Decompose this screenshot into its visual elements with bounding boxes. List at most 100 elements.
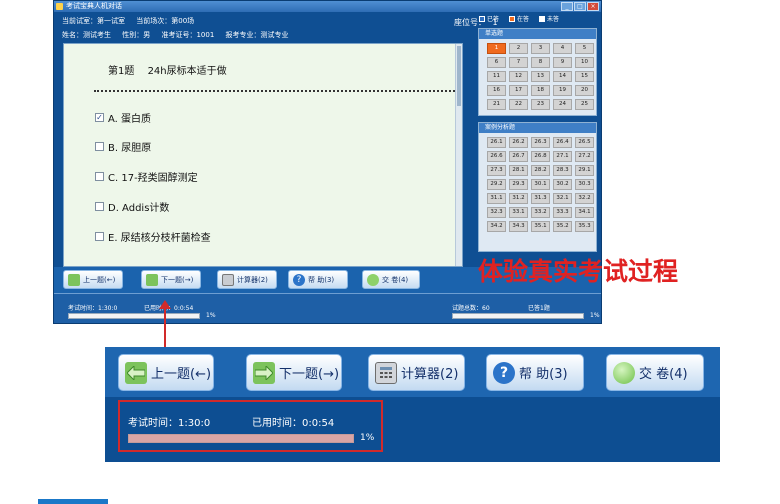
option-e[interactable]: E. 尿结核分枝杆菌检查 xyxy=(95,229,211,244)
question-cell[interactable]: 31.1 xyxy=(487,193,506,204)
question-cell[interactable]: 1 xyxy=(487,43,506,54)
submit-icon xyxy=(367,273,379,286)
question-cell[interactable]: 30.2 xyxy=(553,179,572,190)
option-c[interactable]: C. 17-羟类固醇测定 xyxy=(95,169,198,184)
question-cell[interactable]: 16 xyxy=(487,85,506,96)
question-cell[interactable]: 33.3 xyxy=(553,207,572,218)
zoom-prev-question-button[interactable]: 上一题(←) xyxy=(118,354,214,391)
question-cell[interactable]: 8 xyxy=(531,57,550,68)
question-cell[interactable]: 2 xyxy=(509,43,528,54)
question-cell[interactable]: 22 xyxy=(509,99,528,110)
question-cell[interactable]: 31.2 xyxy=(509,193,528,204)
zoom-right-arrow-icon xyxy=(253,361,275,384)
zoom-calculator-button[interactable]: 计算器(2) xyxy=(368,354,465,391)
question-cell[interactable]: 34.1 xyxy=(575,207,594,218)
question-cell[interactable]: 29.3 xyxy=(509,179,528,190)
question-cell[interactable]: 5 xyxy=(575,43,594,54)
question-cell[interactable]: 25 xyxy=(575,99,594,110)
case-analysis-header: 案例分析题 xyxy=(479,123,596,133)
zoomed-toolbar-panel: 上一题(←) 下一题(→) 计算器(2) ? 帮 助(3) 交 卷(4) 考试时… xyxy=(105,347,720,462)
scrollbar-thumb[interactable] xyxy=(457,46,461,106)
question-cell[interactable]: 34.3 xyxy=(509,221,528,232)
question-cell[interactable]: 28.1 xyxy=(509,165,528,176)
question-cell[interactable]: 15 xyxy=(575,71,594,82)
question-cell[interactable]: 23 xyxy=(531,99,550,110)
answer-percent: 1% xyxy=(590,312,600,319)
status-bar: 考试时间：1:30:0 已用时间：0:0:54 1% 试题总数：60 已答1题 … xyxy=(54,293,601,323)
question-cell[interactable]: 12 xyxy=(509,71,528,82)
option-a-checkbox[interactable]: ✓ xyxy=(95,113,104,122)
app-icon xyxy=(56,3,63,10)
legend-answering: 在答 xyxy=(509,14,529,23)
question-cell[interactable]: 29.2 xyxy=(487,179,506,190)
option-d-checkbox[interactable] xyxy=(95,202,104,211)
option-e-checkbox[interactable] xyxy=(95,232,104,241)
question-cell[interactable]: 11 xyxy=(487,71,506,82)
question-cell[interactable]: 26.1 xyxy=(487,137,506,148)
question-cell[interactable]: 26.4 xyxy=(553,137,572,148)
question-cell[interactable]: 14 xyxy=(553,71,572,82)
question-cell[interactable]: 24 xyxy=(553,99,572,110)
option-c-checkbox[interactable] xyxy=(95,172,104,181)
legend-answered: 已答 xyxy=(479,14,499,23)
question-cell[interactable]: 13 xyxy=(531,71,550,82)
option-b-checkbox[interactable] xyxy=(95,142,104,151)
question-cell[interactable]: 31.3 xyxy=(531,193,550,204)
question-cell[interactable]: 19 xyxy=(553,85,572,96)
question-cell[interactable]: 32.3 xyxy=(487,207,506,218)
option-b[interactable]: B. 尿胆原 xyxy=(95,139,151,154)
question-cell[interactable]: 30.3 xyxy=(575,179,594,190)
question-cell[interactable]: 34.2 xyxy=(487,221,506,232)
question-cell[interactable]: 35.3 xyxy=(575,221,594,232)
maximize-button[interactable]: □ xyxy=(574,2,586,11)
question-cell[interactable]: 32.2 xyxy=(575,193,594,204)
question-cell[interactable]: 18 xyxy=(531,85,550,96)
question-scrollbar[interactable] xyxy=(455,44,462,266)
question-cell[interactable]: 26.2 xyxy=(509,137,528,148)
minimize-button[interactable]: _ xyxy=(561,2,573,11)
question-cell[interactable]: 28.2 xyxy=(531,165,550,176)
prev-question-button[interactable]: 上一题(←) xyxy=(63,270,123,289)
question-cell[interactable]: 35.2 xyxy=(553,221,572,232)
calculator-button[interactable]: 计算器(2) xyxy=(217,270,277,289)
help-button[interactable]: ? 帮 助(3) xyxy=(288,270,348,289)
question-cell[interactable]: 4 xyxy=(553,43,572,54)
question-cell[interactable]: 6 xyxy=(487,57,506,68)
close-button[interactable]: × xyxy=(587,2,599,11)
question-cell[interactable]: 10 xyxy=(575,57,594,68)
question-cell[interactable]: 33.1 xyxy=(509,207,528,218)
submit-button[interactable]: 交 卷(4) xyxy=(362,270,420,289)
question-cell[interactable]: 35.1 xyxy=(531,221,550,232)
question-cell[interactable]: 30.1 xyxy=(531,179,550,190)
question-cell[interactable]: 26.5 xyxy=(575,137,594,148)
question-cell[interactable]: 26.7 xyxy=(509,151,528,162)
option-d[interactable]: D. Addis计数 xyxy=(95,199,169,214)
question-cell[interactable]: 20 xyxy=(575,85,594,96)
question-cell[interactable]: 28.3 xyxy=(553,165,572,176)
next-question-button[interactable]: 下一题(→) xyxy=(141,270,201,289)
zoomed-toolbar: 上一题(←) 下一题(→) 计算器(2) ? 帮 助(3) 交 卷(4) xyxy=(105,347,720,397)
candidate-info: 当前试室：第一试室 当前场次：第00场 姓名：测试考生 性别：男 准考证号：10… xyxy=(54,12,474,43)
question-cell[interactable]: 21 xyxy=(487,99,506,110)
question-cell[interactable]: 17 xyxy=(509,85,528,96)
room-text: 当前试室：第一试室 xyxy=(62,17,125,25)
question-cell[interactable]: 26.3 xyxy=(531,137,550,148)
question-cell[interactable]: 27.1 xyxy=(553,151,572,162)
question-cell[interactable]: 7 xyxy=(509,57,528,68)
question-cell[interactable]: 32.1 xyxy=(553,193,572,204)
question-cell[interactable]: 29.1 xyxy=(575,165,594,176)
zoom-next-question-button[interactable]: 下一题(→) xyxy=(246,354,342,391)
question-cell[interactable]: 9 xyxy=(553,57,572,68)
question-cell[interactable]: 26.6 xyxy=(487,151,506,162)
option-a[interactable]: ✓ A. 蛋白质 xyxy=(95,110,151,125)
right-arrow-icon xyxy=(146,273,158,286)
question-cell[interactable]: 27.3 xyxy=(487,165,506,176)
question-cell[interactable]: 26.8 xyxy=(531,151,550,162)
total-questions: 试题总数：60 xyxy=(452,305,490,312)
zoom-submit-button[interactable]: 交 卷(4) xyxy=(606,354,704,391)
zoom-time-progress-fill xyxy=(129,435,353,442)
question-cell[interactable]: 27.2 xyxy=(575,151,594,162)
question-cell[interactable]: 33.2 xyxy=(531,207,550,218)
zoom-help-button[interactable]: ? 帮 助(3) xyxy=(486,354,584,391)
question-cell[interactable]: 3 xyxy=(531,43,550,54)
